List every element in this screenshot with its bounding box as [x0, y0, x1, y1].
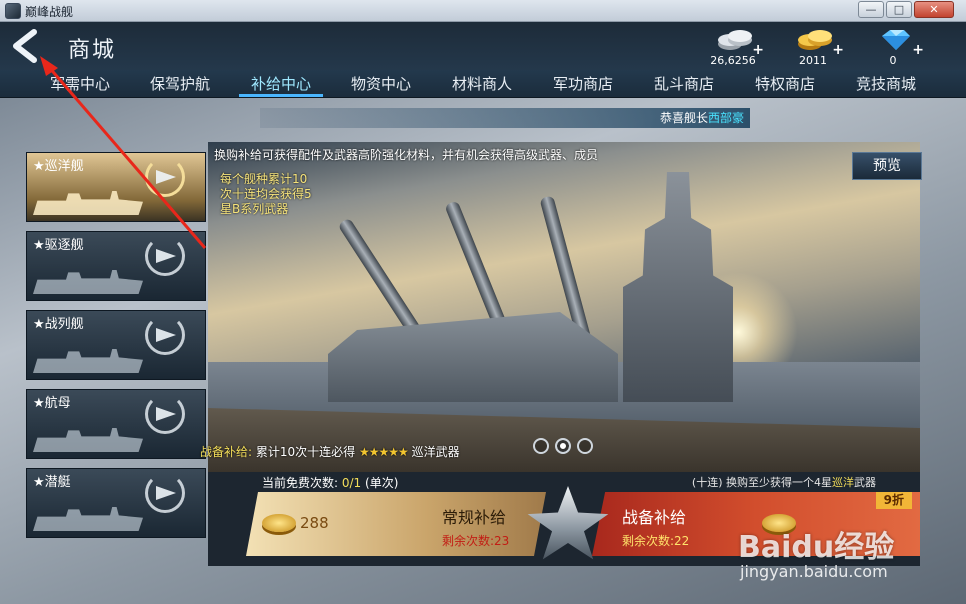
carrier-silhouette: [33, 428, 143, 452]
diamond-currency[interactable]: 0 +: [866, 26, 926, 68]
silver-currency[interactable]: 26,6256 +: [706, 26, 766, 68]
ship-superstructure: [623, 172, 733, 402]
rank-badge-icon: [145, 473, 185, 513]
tab-privilege-shop[interactable]: 特权商店: [737, 70, 833, 98]
battleship-silhouette: [33, 349, 143, 373]
normal-supply-remaining: 剩余次数:23: [442, 534, 510, 548]
tab-escort[interactable]: 保驾护航: [132, 70, 228, 98]
ship-type-submarine[interactable]: ★潜艇: [26, 468, 206, 538]
ten-pull-suffix: 武器: [854, 476, 876, 489]
silver-coin-icon: [718, 30, 752, 50]
battleship-banner: 换购补给可获得配件及武器高阶强化材料，并有机会获得高级武器、成员 每个舰种累计1…: [208, 142, 920, 472]
war-supply-name: 战备补给: [622, 508, 687, 527]
free-count-suffix: (单次): [365, 476, 399, 490]
content-area: 恭喜舰长西部豪 ★巡洋舰 ★驱逐舰 ★战列舰 ★航母 ★潜艇 换购补给可获得配件…: [0, 98, 966, 604]
maximize-button[interactable]: □: [886, 1, 912, 18]
gold-coin-icon: [262, 514, 296, 532]
add-gold-icon[interactable]: +: [832, 42, 844, 58]
war-supply-remaining: 剩余次数:22: [622, 534, 690, 548]
tab-military-supply[interactable]: 军需中心: [32, 70, 128, 98]
note-line: 星B系列武器: [220, 202, 289, 216]
cruiser-silhouette: [33, 191, 143, 215]
normal-supply-button[interactable]: 288 常规补给 剩余次数:23: [246, 492, 546, 556]
guarantee-label: 战备补给:: [200, 445, 253, 459]
ship-type-label: ★巡洋舰: [33, 159, 84, 174]
page-title: 商城: [68, 38, 117, 63]
add-diamond-icon[interactable]: +: [912, 42, 924, 58]
tab-supply-center[interactable]: 补给中心: [233, 70, 329, 98]
ship-type-destroyer[interactable]: ★驱逐舰: [26, 231, 206, 301]
ship-type-battleship[interactable]: ★战列舰: [26, 310, 206, 380]
tab-materials-center[interactable]: 物资中心: [333, 70, 429, 98]
window-title-bar: 巅峰战舰 — □ ✕: [0, 0, 966, 22]
rank-badge-icon: [145, 394, 185, 434]
rank-badge-icon: [145, 236, 185, 276]
close-button[interactable]: ✕: [914, 1, 954, 18]
top-header: 商城 26,6256 + 2011 + 0 +: [0, 22, 966, 70]
add-silver-icon[interactable]: +: [752, 42, 764, 58]
five-star-icon: ★★★★★: [358, 445, 409, 459]
tab-brawl-shop[interactable]: 乱斗商店: [636, 70, 732, 98]
announcement-ticker: 恭喜舰长西部豪: [260, 108, 750, 128]
destroyer-silhouette: [33, 270, 143, 294]
back-arrow-icon: [13, 29, 37, 63]
window-title: 巅峰战舰: [25, 5, 74, 19]
ship-type-label: ★驱逐舰: [33, 238, 84, 253]
banner-note: 每个舰种累计10 次十连均会获得5 星B系列武器: [220, 172, 340, 217]
ticker-prefix: 恭喜舰长: [659, 111, 708, 125]
watermark-url: jingyan.baidu.com: [740, 562, 888, 581]
ship-type-label: ★战列舰: [33, 317, 84, 332]
free-count: 当前免费次数: 0/1 (单次): [262, 474, 398, 491]
normal-supply-price: 288: [300, 514, 329, 532]
app-icon: [5, 3, 21, 19]
free-count-label: 当前免费次数:: [262, 476, 339, 490]
guarantee-weapon: 巡洋武器: [411, 445, 460, 459]
ten-pull-prefix: (十连) 换购至少获得一个4星: [691, 476, 832, 489]
diamond-icon: [882, 30, 910, 50]
gold-currency[interactable]: 2011 +: [786, 26, 846, 68]
banner-description: 换购补给可获得配件及武器高阶强化材料，并有机会获得高级武器、成员: [214, 148, 599, 162]
ship-type-label: ★航母: [33, 396, 71, 411]
discount-badge: 9折: [875, 492, 912, 509]
ten-pull-highlight: 巡洋: [832, 476, 854, 489]
normal-supply-name: 常规补给: [442, 508, 507, 527]
submarine-silhouette: [33, 507, 143, 531]
tab-arena-shop[interactable]: 竞技商城: [838, 70, 934, 98]
guarantee-text: 累计10次十连必得: [255, 445, 356, 459]
preview-button[interactable]: 预览: [852, 152, 922, 180]
note-line: 次十连均会获得5: [220, 187, 312, 201]
free-count-value: 0/1: [341, 476, 362, 490]
ship-type-cruiser[interactable]: ★巡洋舰: [26, 152, 206, 222]
note-line: 每个舰种累计10: [220, 172, 308, 186]
shop-tabs: 军需中心 保驾护航 补给中心 物资中心 材料商人 军功商店 乱斗商店 特权商店 …: [0, 70, 966, 98]
ten-pull-hint: (十连) 换购至少获得一个4星巡洋武器: [692, 474, 876, 490]
baidu-watermark: Baidu经验: [738, 530, 895, 565]
ship-type-carrier[interactable]: ★航母: [26, 389, 206, 459]
minimize-button[interactable]: —: [858, 1, 884, 18]
gold-coin-icon: [798, 30, 832, 50]
rank-badge-icon: [145, 315, 185, 355]
tab-merit-shop[interactable]: 军功商店: [535, 70, 631, 98]
rank-badge-icon: [145, 157, 185, 197]
ticker-player-name: 西部豪: [707, 111, 744, 125]
ship-type-label: ★潜艇: [33, 475, 71, 490]
tab-material-merchant[interactable]: 材料商人: [434, 70, 530, 98]
back-button[interactable]: [6, 28, 46, 64]
guarantee-line: 战备补给: 累计10次十连必得 ★★★★★ 巡洋武器: [200, 442, 916, 462]
